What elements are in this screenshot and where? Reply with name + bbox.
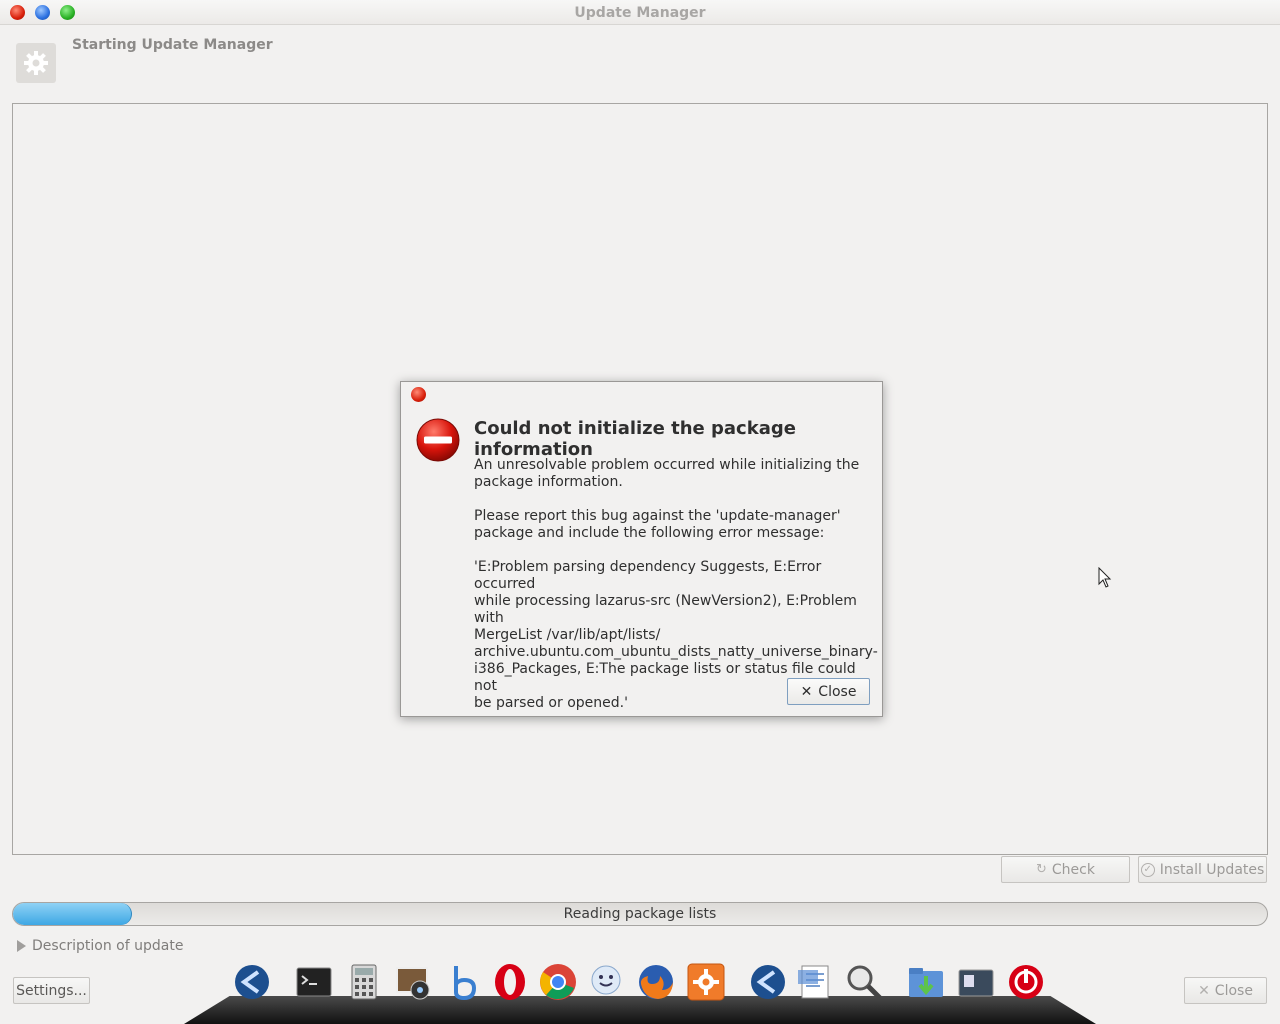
error-icon <box>415 417 461 463</box>
page-title: Starting Update Manager <box>72 37 273 53</box>
checkmark-icon: ✓ <box>1140 862 1155 877</box>
dialog-close-button[interactable] <box>411 387 426 402</box>
mouse-cursor-icon <box>1098 566 1112 593</box>
terminal-icon[interactable] <box>294 962 334 1002</box>
progress-bar: Reading package lists <box>12 902 1268 926</box>
dock <box>184 956 1096 1024</box>
install-updates-label: Install Updates <box>1159 861 1265 878</box>
update-manager-icon[interactable] <box>686 962 726 1002</box>
power-icon[interactable] <box>1006 962 1046 1002</box>
dialog-paragraph: An unresolvable problem occurred while i… <box>474 457 860 490</box>
error-dialog: Could not initialize the package informa… <box>400 381 883 717</box>
chrome-icon[interactable] <box>538 962 578 1002</box>
install-updates-button[interactable]: ✓ Install Updates <box>1138 856 1267 883</box>
opera-icon[interactable] <box>490 962 530 1002</box>
progress-label: Reading package lists <box>563 906 717 922</box>
check-button[interactable]: ↻ Check <box>1001 856 1130 883</box>
description-expander[interactable]: Description of update <box>17 938 183 954</box>
close-button[interactable]: ✕ Close <box>1184 977 1267 1004</box>
gear-icon <box>16 43 56 83</box>
photos-icon[interactable] <box>394 962 434 1002</box>
close-button-label: Close <box>1214 982 1253 999</box>
text-editor-icon[interactable] <box>796 962 836 1002</box>
dialog-close-label: Close <box>818 683 857 700</box>
search-icon[interactable] <box>844 962 884 1002</box>
title-bar: Update Manager <box>0 0 1280 25</box>
close-icon: ✕ <box>800 683 813 700</box>
dialog-paragraph: Please report this bug against the 'upda… <box>474 508 841 541</box>
eclipse-icon[interactable] <box>748 962 788 1002</box>
expander-arrow-icon <box>17 940 26 952</box>
eclipse-icon[interactable] <box>232 962 272 1002</box>
dialog-close-button[interactable]: ✕ Close <box>787 678 870 705</box>
settings-button[interactable]: Settings... <box>13 977 90 1004</box>
check-button-label: Check <box>1051 861 1095 878</box>
messenger-icon[interactable] <box>586 962 626 1002</box>
refresh-icon: ↻ <box>1036 862 1047 877</box>
expander-label: Description of update <box>32 938 184 954</box>
downloads-folder-icon[interactable] <box>906 962 946 1002</box>
firefox-icon[interactable] <box>636 962 676 1002</box>
settings-button-label: Settings... <box>16 982 87 999</box>
screenshot-icon[interactable] <box>956 962 996 1002</box>
calculator-icon[interactable] <box>344 962 384 1002</box>
window-title: Update Manager <box>574 5 706 21</box>
dialog-heading: Could not initialize the package informa… <box>474 418 796 460</box>
bluefish-icon[interactable] <box>442 962 482 1002</box>
close-icon: ✕ <box>1198 982 1210 999</box>
